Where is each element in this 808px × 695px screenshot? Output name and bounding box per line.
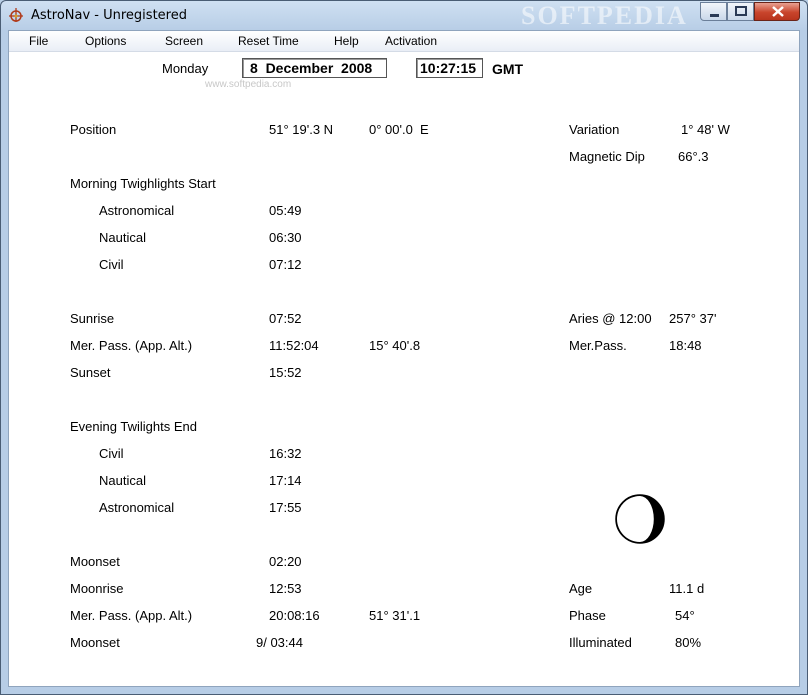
morning-nautical-label: Nautical [99,230,146,245]
moonrise-label: Moonrise [70,581,124,596]
moon-phase-icon [615,494,665,544]
morning-nautical-value: 06:30 [269,230,302,245]
sunset-value: 15:52 [269,365,302,380]
morning-astronomical-label: Astronomical [99,203,175,218]
watermark-url: www.softpedia.com [205,79,292,90]
moon-illuminated-label: Illuminated [569,635,632,650]
aries-label: Aries @ 12:00 [569,311,652,326]
sunrise-value: 07:52 [269,311,302,326]
variation-label: Variation [569,122,620,137]
moon-age-label: Age [569,581,593,596]
window-title: AstroNav - Unregistered [31,8,187,23]
close-button[interactable] [754,2,800,21]
evening-nautical-label: Nautical [99,473,146,488]
menu-screen[interactable]: Screen [165,34,203,48]
compass-icon [9,8,23,22]
sun-merpass-value: 11:52:04 [269,338,319,353]
evening-civil-label: Civil [99,446,124,461]
client-area: File Options Screen Reset Time Help Acti… [8,30,800,687]
evening-civil-value: 16:32 [269,446,302,461]
menu-bar: File Options Screen Reset Time Help Acti… [9,31,799,52]
minimize-button[interactable] [700,2,727,21]
app-window: AstroNav - Unregistered SOFTPEDIA File O… [0,0,808,695]
aries-value: 257° 37' [669,311,717,326]
close-icon [772,6,784,17]
moon-age-value: 11.1 d [669,581,705,596]
evening-astronomical-value: 17:55 [269,500,302,515]
menu-activation[interactable]: Activation [385,34,437,48]
moonset2-value: 9/ 03:44 [256,635,303,650]
maximize-icon [735,6,747,16]
aries-merpass-label: Mer.Pass. [569,338,627,353]
menu-options[interactable]: Options [85,34,126,48]
evening-astronomical-label: Astronomical [99,500,175,515]
morning-astronomical-value: 05:49 [269,203,302,218]
morning-civil-value: 07:12 [269,257,302,272]
evening-twilight-heading: Evening Twilights End [70,419,197,434]
sunset-label: Sunset [70,365,111,380]
sun-merpass-label: Mer. Pass. (App. Alt.) [70,338,193,353]
day-label: Monday [162,61,209,76]
maximize-button[interactable] [727,2,754,21]
time-field[interactable]: 10:27:15 [416,58,483,78]
moonset-label: Moonset [70,554,120,569]
sunrise-label: Sunrise [70,311,115,326]
moon-merpass-alt: 51° 31'.1 [369,608,421,623]
title-bar[interactable]: AstroNav - Unregistered SOFTPEDIA [1,1,807,31]
moonset2-label: Moonset [70,635,120,650]
date-field[interactable]: 8 December 2008 [242,58,387,78]
position-label: Position [70,122,117,137]
moon-phase-value: 54° [675,608,695,623]
magnetic-dip-value: 66°.3 [678,149,709,164]
moonset-value: 02:20 [269,554,302,569]
position-lat: 51° 19'.3 N [269,122,334,137]
morning-twilight-heading: Morning Twighlights Start [70,176,216,191]
moon-illuminated-value: 80% [675,635,702,650]
position-lon: 0° 00'.0 E [369,122,429,137]
magnetic-dip-label: Magnetic Dip [569,149,645,164]
watermark: SOFTPEDIA [521,1,688,30]
moonrise-value: 12:53 [269,581,302,596]
timezone-label: GMT [492,61,524,77]
moon-phase-label: Phase [569,608,606,623]
sun-merpass-alt: 15° 40'.8 [369,338,421,353]
aries-merpass-value: 18:48 [669,338,702,353]
evening-nautical-value: 17:14 [269,473,302,488]
moon-merpass-value: 20:08:16 [269,608,320,623]
moon-merpass-label: Mer. Pass. (App. Alt.) [70,608,193,623]
minimize-icon [710,14,719,17]
variation-value: 1° 48' W [681,122,730,137]
menu-reset-time[interactable]: Reset Time [238,34,299,48]
menu-file[interactable]: File [29,34,48,48]
menu-help[interactable]: Help [334,34,359,48]
morning-civil-label: Civil [99,257,124,272]
